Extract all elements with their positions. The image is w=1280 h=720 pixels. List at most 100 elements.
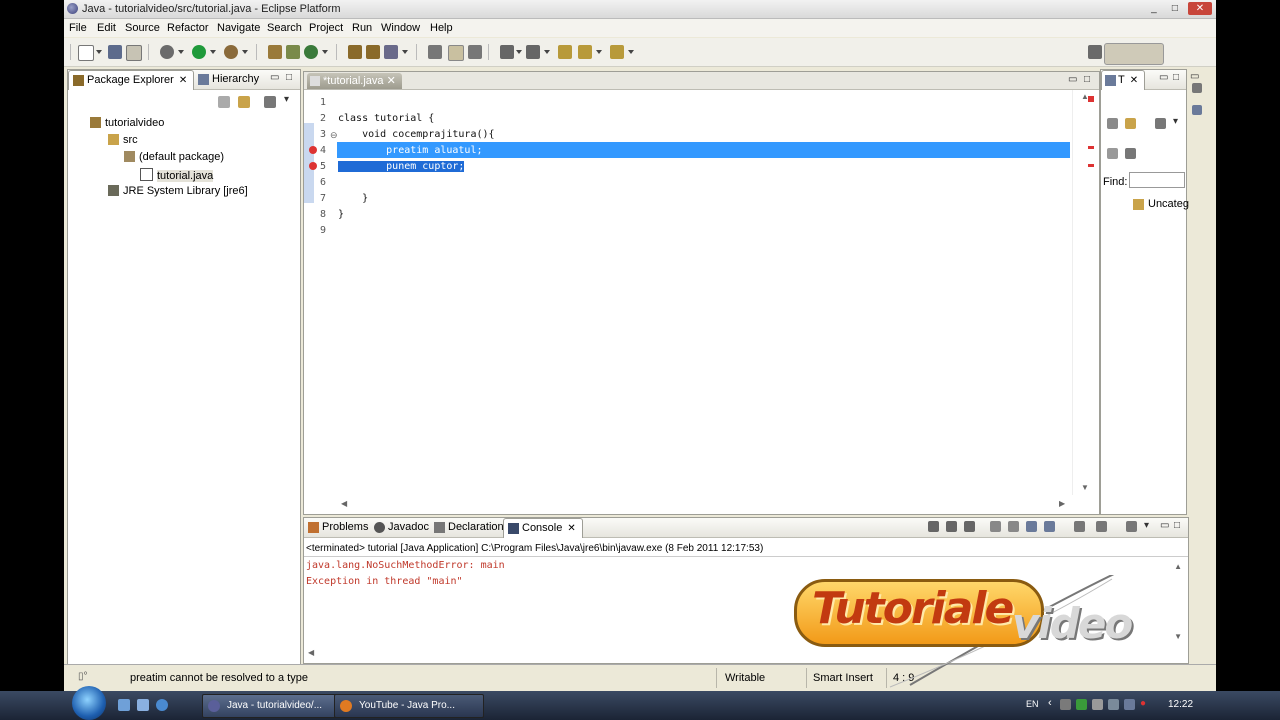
filter-icon[interactable] [1155, 118, 1166, 129]
overview-error-marker[interactable] [1088, 146, 1094, 149]
minimize-view-icon[interactable]: ▭ [1160, 520, 1169, 531]
tree-item-project[interactable]: tutorialvideo [90, 117, 164, 129]
menu-source[interactable]: Source [125, 22, 160, 34]
code-line-selected[interactable]: preatim aluatul; [338, 145, 482, 156]
open-perspective-icon[interactable] [1088, 45, 1102, 59]
maximize-view-icon[interactable]: □ [1084, 74, 1090, 85]
console-error-line[interactable]: java.lang.NoSuchMethodError: main [306, 560, 505, 571]
back-icon[interactable] [578, 45, 592, 59]
menu-project[interactable]: Project [309, 22, 343, 34]
minimize-view-icon[interactable]: ▭ [1068, 74, 1077, 85]
chevron-down-icon[interactable] [402, 50, 408, 54]
new-icon[interactable] [78, 45, 94, 61]
tab-hierarchy[interactable]: Hierarchy [194, 70, 265, 89]
chevron-down-icon[interactable]: ▾ [1173, 116, 1178, 127]
chevron-down-icon[interactable] [242, 50, 248, 54]
maximize-view-icon[interactable]: □ [1173, 72, 1179, 83]
tab-javadoc[interactable]: Javadoc [370, 518, 435, 537]
search-icon[interactable] [384, 45, 398, 59]
clear-console-icon[interactable] [990, 521, 1001, 532]
close-icon[interactable]: ✕ [567, 523, 575, 534]
console-error-line[interactable]: Exception in thread "main" [306, 576, 463, 587]
tab-package-explorer[interactable]: Package Explorer ✕ [68, 70, 195, 90]
internet-explorer-icon[interactable] [156, 699, 168, 711]
find-input[interactable] [1129, 172, 1185, 188]
language-indicator[interactable]: EN [1026, 699, 1039, 709]
categorize-icon[interactable] [1125, 118, 1136, 129]
forward-icon[interactable] [610, 45, 624, 59]
menu-file[interactable]: File [69, 22, 87, 34]
debug-icon[interactable] [160, 45, 174, 59]
save-icon[interactable] [108, 45, 122, 59]
block-selection-icon[interactable] [468, 45, 482, 59]
menu-run[interactable]: Run [352, 22, 372, 34]
alert-icon[interactable]: ● [1140, 698, 1146, 709]
new-java-project-icon[interactable] [268, 45, 282, 59]
close-icon[interactable]: ✕ [387, 75, 396, 87]
menu-edit[interactable]: Edit [97, 22, 116, 34]
horizontal-scrollbar[interactable]: ◀ ▶ [337, 496, 1072, 514]
chevron-down-icon[interactable] [322, 50, 328, 54]
open-type-icon[interactable] [348, 45, 362, 59]
chevron-down-icon[interactable] [178, 50, 184, 54]
volume-icon[interactable] [1124, 699, 1135, 710]
open-task-icon[interactable] [366, 45, 380, 59]
code-line[interactable]: void cocemprajitura(){ [338, 129, 494, 140]
tree-item-src[interactable]: src [108, 134, 138, 146]
collapse-all-icon[interactable] [1107, 148, 1118, 159]
tab-tasks[interactable]: T ✕ [1101, 70, 1146, 90]
tray-icon[interactable] [1076, 699, 1087, 710]
fold-collapse-icon[interactable]: ⊖ [330, 130, 338, 141]
minimize-view-icon[interactable]: ▭ [270, 72, 279, 83]
scroll-lock-icon[interactable] [1008, 521, 1019, 532]
close-icon[interactable]: ✕ [179, 75, 187, 86]
maximize-view-icon[interactable]: □ [286, 72, 292, 83]
scroll-left-icon[interactable]: ◀ [341, 499, 347, 508]
scroll-down-icon[interactable]: ▼ [1174, 632, 1182, 641]
error-marker-icon[interactable] [309, 146, 317, 154]
tab-tutorial-java[interactable]: *tutorial.java ✕ [307, 73, 402, 89]
show-whitespace-icon[interactable] [448, 45, 464, 61]
remove-all-icon[interactable] [964, 521, 975, 532]
menu-search[interactable]: Search [267, 22, 302, 34]
chevron-left-icon[interactable]: ‹ [1048, 697, 1052, 709]
terminate-icon[interactable] [928, 521, 939, 532]
maximize-view-icon[interactable]: □ [1174, 520, 1180, 531]
chevron-down-icon[interactable]: ▾ [284, 94, 289, 105]
fast-view-icon[interactable]: ▯° [78, 671, 88, 682]
chevron-down-icon[interactable] [516, 50, 522, 54]
show-desktop-icon[interactable] [118, 699, 130, 711]
print-icon[interactable] [126, 45, 142, 61]
chevron-down-icon[interactable] [210, 50, 216, 54]
scroll-up-icon[interactable]: ▲ [1174, 562, 1182, 571]
code-line[interactable]: class tutorial { [338, 113, 434, 124]
scroll-right-icon[interactable]: ▶ [1059, 499, 1065, 508]
tray-icon[interactable] [1092, 699, 1103, 710]
java-perspective-button[interactable] [1104, 43, 1164, 65]
focus-icon[interactable] [1125, 148, 1136, 159]
switch-windows-icon[interactable] [137, 699, 149, 711]
tab-problems[interactable]: Problems [304, 518, 374, 537]
new-package-icon[interactable] [286, 45, 300, 59]
tree-item-java-file[interactable]: tutorial.java [140, 168, 214, 182]
show-stderr-icon[interactable] [1044, 521, 1055, 532]
overview-error-marker[interactable] [1088, 164, 1094, 167]
task-eclipse[interactable]: Java - tutorialvideo/... [202, 694, 352, 718]
task-firefox[interactable]: YouTube - Java Pro... [334, 694, 484, 718]
category-label[interactable]: Uncateg [1148, 198, 1189, 210]
start-button[interactable] [72, 686, 106, 720]
pin-console-icon[interactable] [1074, 521, 1085, 532]
outline-icon[interactable] [1192, 83, 1202, 93]
menu-refactor[interactable]: Refactor [167, 22, 209, 34]
display-console-icon[interactable] [1096, 521, 1107, 532]
run-icon[interactable] [192, 45, 206, 59]
close-button[interactable]: ✕ [1188, 2, 1212, 15]
task-list-icon[interactable] [1192, 105, 1202, 115]
minimize-button[interactable]: _ [1146, 2, 1162, 15]
maximize-button[interactable]: □ [1167, 2, 1183, 15]
chevron-down-icon[interactable] [596, 50, 602, 54]
minimize-view-icon[interactable]: ▭ [1159, 72, 1168, 83]
chevron-down-icon[interactable]: ▾ [1144, 520, 1149, 531]
external-tools-icon[interactable] [224, 45, 238, 59]
chevron-down-icon[interactable] [628, 50, 634, 54]
